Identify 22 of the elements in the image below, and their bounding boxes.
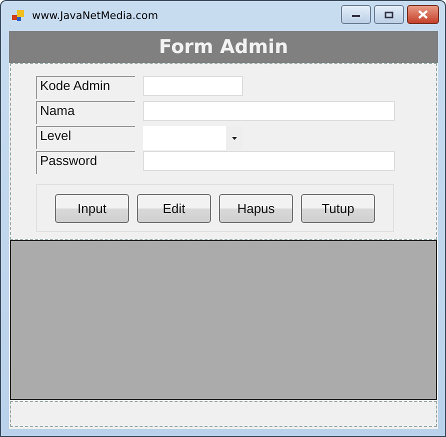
level-dropdown[interactable] — [143, 126, 243, 150]
maximize-icon — [384, 10, 394, 18]
data-grid[interactable] — [10, 240, 437, 400]
action-button[interactable]: Hapus — [219, 194, 293, 223]
field-label: Password — [36, 151, 135, 174]
field-label: Kode Admin — [36, 76, 135, 99]
maximize-button[interactable] — [374, 5, 404, 24]
input-field[interactable] — [143, 151, 395, 171]
input-field[interactable] — [143, 76, 243, 96]
close-button[interactable] — [407, 5, 439, 24]
form-title: Form Admin — [158, 36, 288, 58]
field-label: Level — [36, 126, 135, 149]
app-icon — [12, 10, 26, 22]
action-button[interactable]: Tutup — [301, 194, 375, 223]
input-field[interactable] — [143, 101, 395, 121]
action-button[interactable]: Edit — [137, 194, 211, 223]
minimize-button[interactable] — [341, 5, 371, 24]
window-title: www.JavaNetMedia.com — [32, 10, 158, 22]
field-label: Nama — [36, 101, 135, 124]
action-button[interactable]: Input — [55, 194, 129, 223]
dropdown-arrow-icon — [232, 136, 237, 140]
close-icon — [417, 10, 429, 19]
